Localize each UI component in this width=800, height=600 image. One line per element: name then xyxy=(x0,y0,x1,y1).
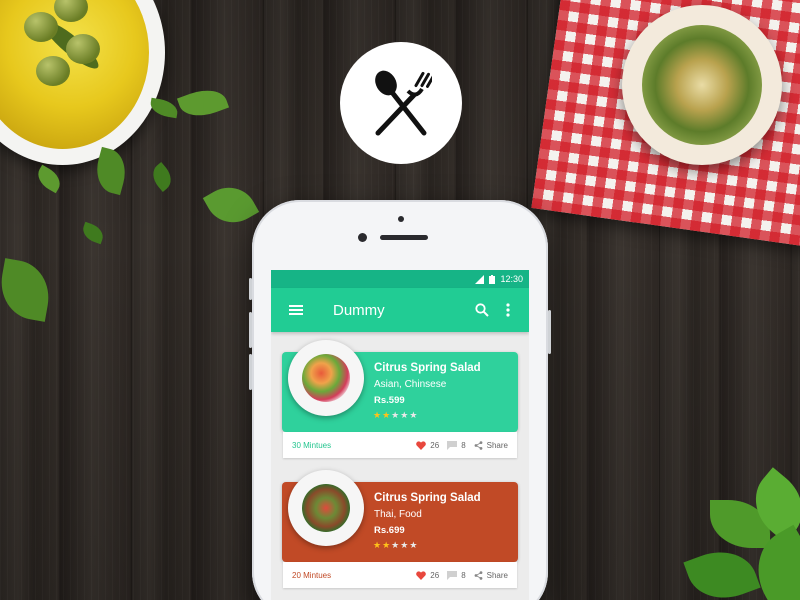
star-icon: ★ xyxy=(373,540,383,550)
rating-stars[interactable]: ★★★★★ xyxy=(373,410,418,421)
search-icon xyxy=(475,303,489,317)
dish-cuisine: Thai, Food xyxy=(374,509,422,520)
front-camera xyxy=(358,233,367,242)
search-button[interactable] xyxy=(469,297,495,323)
star-icon: ★ xyxy=(409,540,419,550)
like-button[interactable]: 26 xyxy=(416,571,439,580)
menu-icon xyxy=(289,305,303,315)
dish-image xyxy=(288,470,364,546)
more-vert-icon xyxy=(506,303,510,317)
app-title: Dummy xyxy=(333,301,385,319)
comment-icon xyxy=(447,570,458,580)
dish-price: Rs.699 xyxy=(374,525,405,536)
dish-name[interactable]: Citrus Spring Salad xyxy=(374,492,481,504)
comment-button[interactable]: 8 xyxy=(447,440,466,450)
share-icon xyxy=(474,440,483,450)
dish-cuisine: Asian, Chinsese xyxy=(374,379,447,390)
like-count: 26 xyxy=(430,440,440,450)
star-icon: ★ xyxy=(373,410,383,420)
hummus-bowl xyxy=(622,5,782,165)
star-icon: ★ xyxy=(400,540,410,550)
star-icon: ★ xyxy=(382,540,392,550)
phone-mockup: 12:30 Dummy Citrus Spring Salad Asian, C… xyxy=(249,200,551,600)
share-label: Share xyxy=(486,440,508,450)
utensils-icon xyxy=(375,70,432,136)
signal-icon xyxy=(475,274,485,284)
status-time: 12:30 xyxy=(500,274,523,284)
dish-price: Rs.599 xyxy=(374,395,405,406)
earpiece-speaker xyxy=(380,235,428,240)
recipe-card[interactable]: Citrus Spring Salad Thai, Food Rs.699 ★★… xyxy=(282,470,518,592)
menu-button[interactable] xyxy=(283,297,309,323)
star-icon: ★ xyxy=(400,410,410,420)
share-icon xyxy=(474,570,483,580)
share-button[interactable]: Share xyxy=(474,571,508,580)
star-icon: ★ xyxy=(391,410,401,420)
dish-image xyxy=(288,340,364,416)
card-footer: 30 Mintues 26 8 Share xyxy=(283,432,517,458)
herb-bunch xyxy=(683,467,800,600)
comment-button[interactable]: 8 xyxy=(447,570,466,580)
rating-stars[interactable]: ★★★★★ xyxy=(373,540,418,551)
cook-time: 30 Mintues xyxy=(292,440,332,450)
cook-time: 20 Mintues xyxy=(292,570,332,580)
share-button[interactable]: Share xyxy=(474,441,508,450)
like-button[interactable]: 26 xyxy=(416,441,439,450)
more-options-button[interactable] xyxy=(495,297,521,323)
app-screen: 12:30 Dummy Citrus Spring Salad Asian, C… xyxy=(271,270,529,600)
comment-icon xyxy=(447,440,458,450)
heart-icon xyxy=(416,440,427,450)
card-footer: 20 Mintues 26 8 Share xyxy=(283,562,517,588)
share-label: Share xyxy=(486,570,508,580)
recipe-card[interactable]: Citrus Spring Salad Asian, Chinsese Rs.5… xyxy=(282,340,518,462)
restaurant-logo xyxy=(340,42,462,164)
app-bar: Dummy xyxy=(271,288,529,332)
proximity-sensor xyxy=(398,216,404,222)
like-count: 26 xyxy=(430,570,440,580)
comment-count: 8 xyxy=(461,440,466,450)
battery-icon xyxy=(489,274,496,284)
star-icon: ★ xyxy=(409,410,419,420)
heart-icon xyxy=(416,570,427,580)
dish-name[interactable]: Citrus Spring Salad xyxy=(374,362,481,374)
star-icon: ★ xyxy=(391,540,401,550)
comment-count: 8 xyxy=(461,570,466,580)
status-bar: 12:30 xyxy=(271,270,529,288)
star-icon: ★ xyxy=(382,410,392,420)
